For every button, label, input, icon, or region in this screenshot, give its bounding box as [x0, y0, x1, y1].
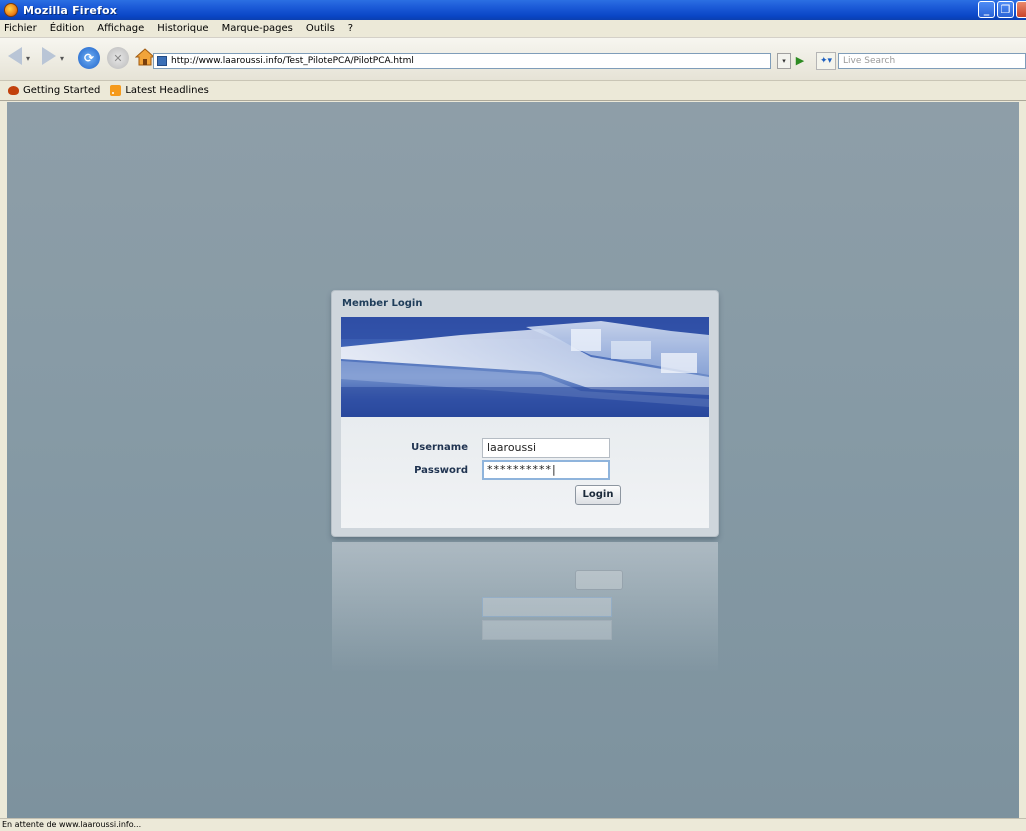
- login-form: Username laaroussi Password **********| …: [341, 417, 709, 528]
- go-arrow-icon[interactable]: ▶: [793, 53, 807, 69]
- bookmark-latest-headlines[interactable]: Latest Headlines: [110, 85, 209, 96]
- menu-help[interactable]: ?: [348, 23, 353, 34]
- maximize-button[interactable]: ❐: [997, 1, 1014, 18]
- forward-button[interactable]: [42, 47, 56, 65]
- menu-edition[interactable]: Édition: [50, 23, 85, 34]
- window-title: Mozilla Firefox: [23, 3, 118, 17]
- login-title: Member Login: [342, 298, 423, 309]
- status-bar: En attente de www.laaroussi.info...: [0, 818, 1026, 830]
- stop-icon[interactable]: ✕: [107, 47, 129, 69]
- address-url[interactable]: http://www.laaroussi.info/Test_PilotePCA…: [171, 56, 414, 66]
- login-panel: Member Login Username laaroussi Password…: [332, 291, 718, 536]
- window-titlebar: Mozilla Firefox _ ❐: [0, 0, 1026, 20]
- address-bar[interactable]: http://www.laaroussi.info/Test_PilotePCA…: [153, 53, 771, 69]
- menubar: Fichier Édition Affichage Historique Mar…: [0, 20, 1026, 38]
- home-button[interactable]: [134, 47, 156, 67]
- back-arrow-icon: [8, 47, 22, 65]
- login-banner-image: [341, 317, 709, 417]
- menu-outils[interactable]: Outils: [306, 23, 335, 34]
- live-search-icon[interactable]: ✦▾: [816, 52, 836, 70]
- back-button[interactable]: [8, 47, 22, 65]
- left-frame-edge: [0, 102, 7, 818]
- window-controls: _ ❐: [978, 1, 1026, 18]
- bookmark-label: Latest Headlines: [125, 85, 209, 96]
- forward-arrow-icon: [42, 47, 56, 65]
- url-history-dropdown[interactable]: ▾: [777, 53, 791, 69]
- search-input[interactable]: Live Search: [838, 53, 1026, 69]
- bookmarks-toolbar: Getting Started Latest Headlines: [0, 81, 1026, 101]
- site-favicon-icon: [157, 56, 167, 66]
- bookmark-label: Getting Started: [23, 85, 101, 96]
- close-button[interactable]: [1016, 1, 1026, 18]
- right-frame-edge: [1019, 102, 1026, 818]
- minimize-button[interactable]: _: [978, 1, 995, 18]
- bookmark-getting-started[interactable]: Getting Started: [8, 85, 100, 96]
- username-field[interactable]: laaroussi: [482, 438, 610, 458]
- forward-history-dropdown[interactable]: ▾: [60, 54, 64, 63]
- firefox-icon: [4, 3, 18, 17]
- reload-icon[interactable]: ⟳: [78, 47, 100, 69]
- reflected-login-button: [575, 570, 623, 590]
- menu-marque-pages[interactable]: Marque-pages: [222, 23, 293, 34]
- firefox-bookmark-icon: [8, 86, 19, 95]
- page-content: Member Login Username laaroussi Password…: [7, 102, 1019, 818]
- menu-affichage[interactable]: Affichage: [97, 23, 144, 34]
- menu-historique[interactable]: Historique: [157, 23, 208, 34]
- back-history-dropdown[interactable]: ▾: [26, 54, 30, 63]
- menu-fichier[interactable]: Fichier: [4, 23, 37, 34]
- rss-icon: [110, 85, 122, 96]
- username-label: Username: [411, 442, 468, 453]
- reflected-username-field: [482, 620, 612, 640]
- reflection-content: [332, 542, 718, 672]
- password-field[interactable]: **********|: [482, 460, 610, 480]
- home-icon: [134, 48, 156, 66]
- banner-graphic: [341, 317, 709, 417]
- password-label: Password: [414, 465, 468, 476]
- reflected-password-field: [482, 597, 612, 617]
- login-panel-reflection: [332, 542, 718, 672]
- login-button[interactable]: Login: [575, 485, 621, 505]
